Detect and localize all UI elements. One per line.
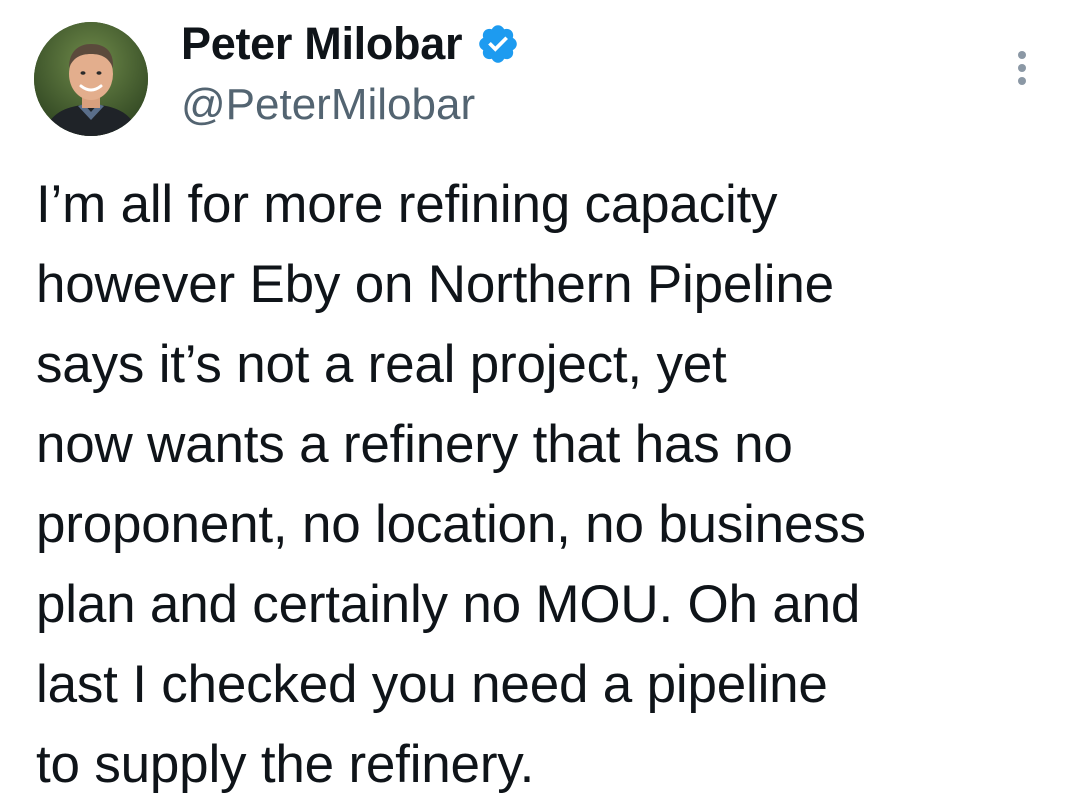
more-dot <box>1018 51 1026 59</box>
tweet-text-line: to supply the refinery. <box>36 735 535 794</box>
tweet-text-line: proponent, no location, no business <box>36 495 866 554</box>
author-display-name[interactable]: Peter Milobar <box>181 18 462 70</box>
tweet-text-line: last I checked you need a pipeline <box>36 655 828 714</box>
tweet-text: I’m all for more refining capacity howev… <box>36 165 1066 805</box>
tweet-text-line: however Eby on Northern Pipeline <box>36 255 834 314</box>
author-avatar[interactable] <box>34 22 148 136</box>
verified-badge-icon[interactable] <box>476 22 520 66</box>
tweet-card: Peter Milobar @PeterMilobar I’m all for … <box>0 0 1080 806</box>
more-dot <box>1018 77 1026 85</box>
author-handle[interactable]: @PeterMilobar <box>181 80 475 130</box>
tweet-text-line: now wants a refinery that has no <box>36 415 793 474</box>
tweet-text-line: I’m all for more refining capacity <box>36 175 778 234</box>
author-name-row: Peter Milobar <box>181 14 520 74</box>
tweet-text-line: says it’s not a real project, yet <box>36 335 727 394</box>
tweet-text-line: plan and certainly no MOU. Oh and <box>36 575 861 634</box>
avatar-photo <box>34 22 148 136</box>
more-dot <box>1018 64 1026 72</box>
more-options-icon[interactable] <box>1004 44 1040 92</box>
